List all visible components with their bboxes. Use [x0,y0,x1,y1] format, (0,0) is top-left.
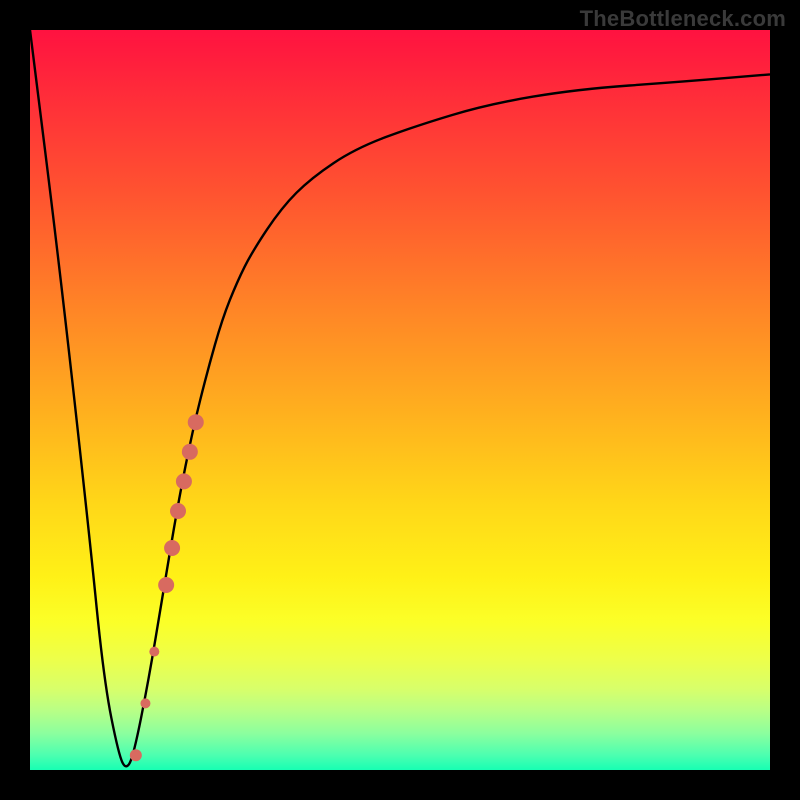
data-marker [170,503,186,519]
data-marker [149,647,159,657]
data-marker [140,698,150,708]
data-marker [182,444,198,460]
data-marker [176,473,192,489]
bottleneck-curve [30,30,770,766]
data-marker [130,749,142,761]
plot-area [30,30,770,770]
data-marker [188,414,204,430]
chart-frame: TheBottleneck.com [0,0,800,800]
data-marker [164,540,180,556]
chart-svg [30,30,770,770]
curve-markers [130,414,204,761]
curve-line [30,30,770,766]
watermark-text: TheBottleneck.com [580,6,786,32]
data-marker [158,577,174,593]
